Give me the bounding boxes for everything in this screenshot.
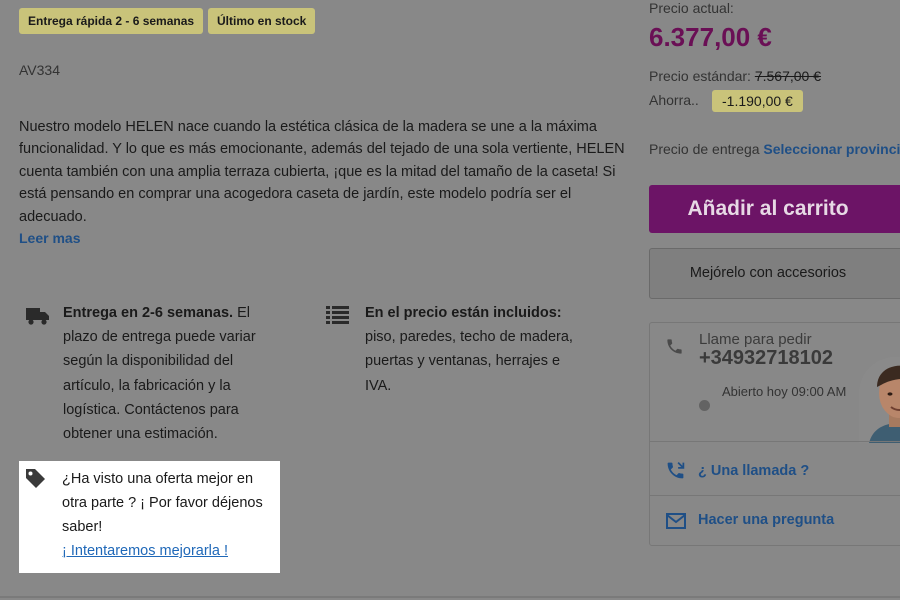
phone-number[interactable]: +34932718102	[699, 347, 833, 370]
phone-icon	[667, 339, 682, 354]
current-price: 6.377,00 €	[649, 22, 772, 52]
add-to-cart-button[interactable]: Añadir al carrito	[649, 185, 900, 233]
mail-icon	[666, 513, 686, 529]
select-province-link[interactable]: Seleccionar provincia	[763, 141, 900, 157]
product-sku: AV334	[19, 62, 60, 78]
better-offer-link[interactable]: ¡ Intentaremos mejorarla !	[62, 539, 277, 563]
delivery-price-label: Precio de entrega	[649, 141, 760, 157]
standard-price: 7.567,00 €	[754, 68, 822, 84]
included-feature-title: En el precio están incluidos:	[365, 305, 562, 321]
fast-delivery-badge: Entrega rápida 2 - 6 semanas	[19, 8, 204, 34]
savings-label: Ahorra..	[649, 92, 699, 108]
request-call-link[interactable]: ¿ Una llamada ?	[698, 463, 809, 479]
contact-separator-2	[650, 495, 900, 496]
ask-question-link[interactable]: Hacer una pregunta	[698, 512, 834, 528]
better-offer-message: ¿Ha visto una oferta mejor en otra parte…	[62, 471, 263, 535]
better-offer-box: ¿Ha visto una oferta mejor en otra parte…	[19, 461, 280, 573]
included-feature-text: piso, paredes, techo de madera, puertas …	[365, 329, 573, 394]
delivery-feature-title: Entrega en 2-6 semanas.	[63, 305, 234, 321]
agent-avatar	[859, 357, 900, 443]
better-offer-text: ¿Ha visto una oferta mejor en otra parte…	[62, 467, 277, 563]
delivery-feature-text: El plazo de entrega puede variar según l…	[63, 305, 256, 443]
included-feature: En el precio están incluidos: piso, pare…	[365, 301, 590, 398]
current-price-label: Precio actual:	[649, 0, 734, 16]
contact-separator-1	[650, 441, 900, 442]
last-stock-badge: Último en stock	[208, 8, 316, 34]
contact-card: Llame para pedir +34932718102 Abierto ho…	[649, 322, 900, 546]
open-status-dot	[699, 400, 710, 411]
list-icon	[326, 306, 349, 324]
accessories-button[interactable]: Mejórelo con accesorios	[649, 248, 900, 299]
price-tag-icon	[26, 469, 45, 488]
call-to-order-label: Llame para pedir	[699, 331, 812, 348]
savings-badge: -1.190,00 €	[712, 90, 803, 112]
bottom-divider	[0, 596, 900, 598]
truck-icon	[26, 308, 49, 325]
phone-callback-icon	[667, 462, 685, 479]
standard-price-label: Precio estándar:	[649, 68, 751, 84]
delivery-price-row: Precio de entrega Seleccionar provincia	[649, 141, 900, 157]
standard-price-row: Precio estándar: 7.567,00 €	[649, 68, 821, 84]
product-description: Nuestro modelo HELEN nace cuando la esté…	[19, 119, 625, 225]
opening-hours: Abierto hoy 09:00 AM	[722, 384, 847, 399]
delivery-feature: Entrega en 2-6 semanas. El plazo de entr…	[63, 301, 278, 446]
read-more-link[interactable]: Leer mas	[19, 230, 80, 246]
